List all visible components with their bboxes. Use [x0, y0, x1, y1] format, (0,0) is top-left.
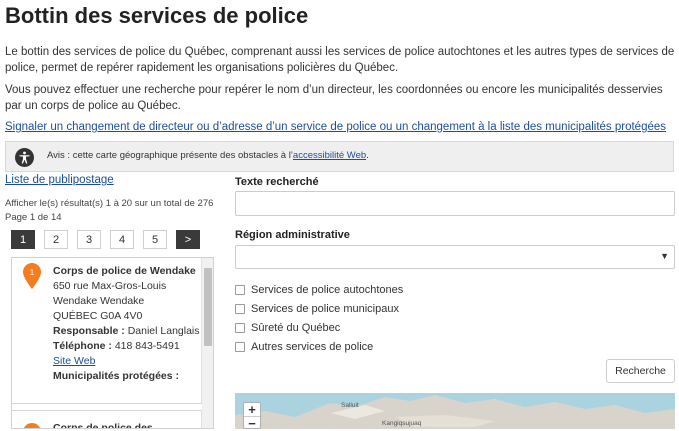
- results-list: 1 Corps de police de Wendake 650 rue Max…: [11, 257, 214, 429]
- map-label-salluit: Salluit: [341, 402, 359, 409]
- page-1-button[interactable]: 1: [11, 230, 35, 249]
- notice-suffix: .: [366, 150, 369, 161]
- zoom-out-button[interactable]: −: [244, 416, 260, 430]
- municipalities-label: Municipalités protégées :: [53, 370, 180, 382]
- search-text-label: Texte recherché: [235, 176, 319, 188]
- service-name: Corps de police des: [53, 422, 153, 429]
- filter-autres[interactable]: Autres services de police: [235, 337, 403, 356]
- service-name: Corps de police de Wendake: [53, 265, 196, 277]
- website-link[interactable]: Site Web: [53, 355, 95, 367]
- checkbox-label: Autres services de police: [251, 340, 374, 353]
- page-2-button[interactable]: 2: [44, 230, 68, 249]
- responsable-row: Responsable : Daniel Langlais: [53, 324, 201, 339]
- list-scrollbar[interactable]: [202, 258, 213, 428]
- page-3-button[interactable]: 3: [77, 230, 101, 249]
- search-button[interactable]: Recherche: [606, 359, 675, 383]
- page-title: Bottin des services de police: [5, 3, 309, 28]
- address-line-1: 650 rue Max-Gros-Louis: [53, 280, 167, 292]
- filter-autochtones[interactable]: Services de police autochtones: [235, 280, 403, 299]
- address-line-3: QUÉBEC G0A 4V0: [53, 310, 143, 322]
- region-label: Région administrative: [235, 229, 350, 241]
- search-input[interactable]: [235, 191, 675, 216]
- address-line-2: Wendake Wendake: [53, 295, 145, 307]
- responsable-value: Daniel Langlais: [127, 325, 200, 337]
- accessibility-icon: [15, 148, 34, 167]
- phone-value: 418 843-5491: [114, 340, 180, 352]
- zoom-in-button[interactable]: +: [244, 403, 260, 416]
- page-info: Page 1 de 14: [5, 212, 62, 223]
- page-5-button[interactable]: 5: [143, 230, 167, 249]
- intro-paragraph-1: Le bottin des services de police du Québ…: [5, 46, 675, 74]
- map-marker-icon: 1: [23, 263, 41, 289]
- checkbox[interactable]: [235, 303, 245, 314]
- checkbox-label: Services de police municipaux: [251, 302, 399, 315]
- checkbox-label: Services de police autochtones: [251, 283, 404, 296]
- list-item: 2 Corps de police des: [12, 410, 202, 429]
- pagination: 1 2 3 4 5 >: [11, 230, 200, 249]
- map-marker-icon: 2: [23, 423, 41, 428]
- checkbox[interactable]: [235, 284, 245, 295]
- intro-paragraph-2: Vous pouvez effectuer une recherche pour…: [5, 84, 663, 112]
- checkbox-label: Sûreté du Québec: [251, 321, 341, 334]
- filter-municipaux[interactable]: Services de police municipaux: [235, 299, 403, 318]
- results-count: Afficher le(s) résultat(s) 1 à 20 sur un…: [5, 198, 214, 209]
- list-item: 1 Corps de police de Wendake 650 rue Max…: [12, 258, 202, 404]
- region-select[interactable]: ▼: [235, 245, 675, 269]
- card-body: Corps de police des: [53, 421, 201, 429]
- checkbox[interactable]: [235, 322, 245, 333]
- next-page-button[interactable]: >: [176, 230, 200, 249]
- mailing-list-link[interactable]: Liste de publipostage: [5, 174, 114, 186]
- scrollbar-thumb[interactable]: [204, 268, 212, 346]
- marker-number: 1: [30, 268, 35, 277]
- accessibility-link[interactable]: accessibilité Web: [293, 150, 366, 161]
- notice-prefix: Avis : cette carte géographique présente…: [47, 150, 293, 161]
- map-view[interactable]: Salluit Kangiqsujuaq: [235, 393, 675, 429]
- responsable-label: Responsable :: [53, 325, 125, 337]
- report-change-link[interactable]: Signaler un changement de directeur ou d…: [5, 119, 675, 135]
- phone-row: Téléphone : 418 843-5491: [53, 339, 201, 354]
- page-4-button[interactable]: 4: [110, 230, 134, 249]
- card-body: Corps de police de Wendake 650 rue Max-G…: [53, 264, 201, 384]
- chevron-down-icon: ▼: [660, 251, 669, 261]
- notice-text: Avis : cette carte géographique présente…: [47, 150, 369, 161]
- checkbox[interactable]: [235, 341, 245, 352]
- map-label-kangiqsujuaq: Kangiqsujuaq: [382, 420, 422, 427]
- accessibility-notice: Avis : cette carte géographique présente…: [5, 141, 674, 172]
- filter-surete-quebec[interactable]: Sûreté du Québec: [235, 318, 403, 337]
- phone-label: Téléphone :: [53, 340, 112, 352]
- service-type-filters: Services de police autochtones Services …: [235, 280, 403, 356]
- map-land: [235, 395, 675, 429]
- map-zoom-control: + −: [243, 402, 261, 430]
